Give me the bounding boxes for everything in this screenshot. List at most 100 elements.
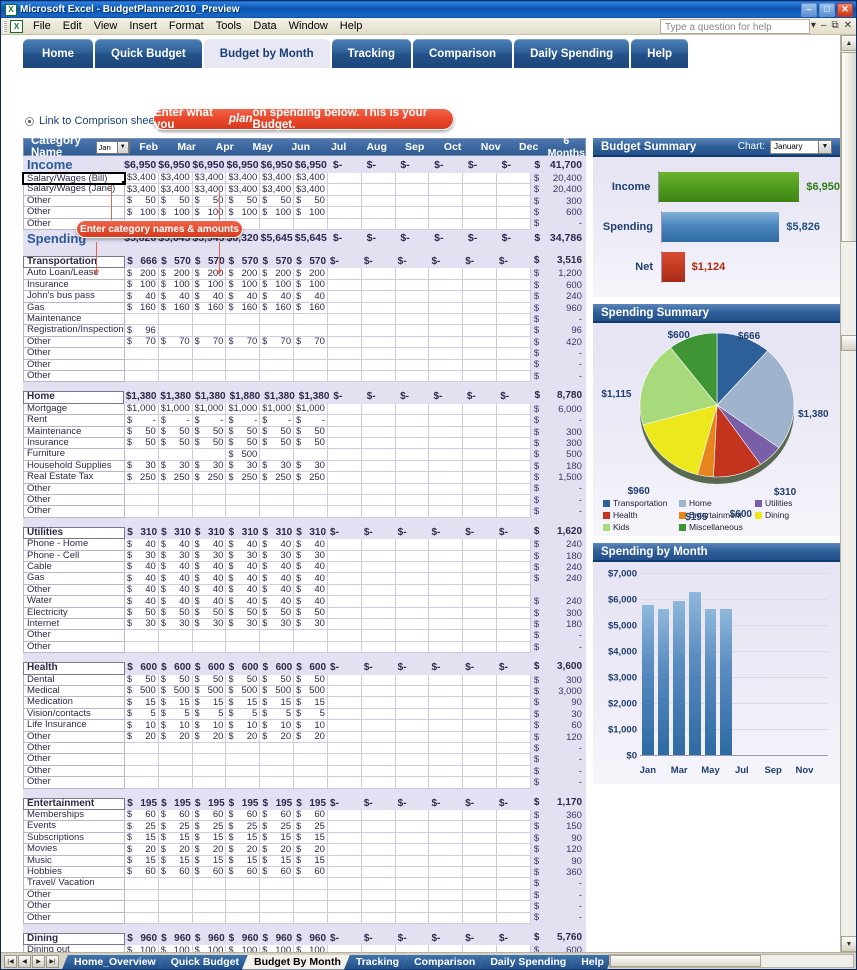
table-cell[interactable] [429,494,464,507]
table-cell[interactable]: $195 [294,798,328,811]
table-cell[interactable] [395,844,430,856]
table-cell[interactable] [429,912,464,924]
table-cell[interactable]: $500 [226,686,261,698]
table-cell[interactable] [429,754,464,766]
table-cell[interactable]: $100 [158,945,193,952]
table-cell[interactable] [463,291,498,303]
table-cell[interactable]: $40 [192,291,227,303]
table-cell[interactable] [395,754,430,766]
table-cell[interactable] [429,821,464,833]
table-cell[interactable] [226,483,261,495]
category-header-row[interactable]: Health $600 $600 $600 $600 $600 $600 $- $- $- $- $-… [23,662,586,675]
table-cell[interactable] [158,901,193,913]
chevron-down-icon[interactable]: ▼ [116,140,129,154]
table-cell[interactable] [429,573,464,585]
table-cell[interactable] [226,370,261,383]
table-cell[interactable]: $195 [159,798,193,811]
horizontal-scrollbar[interactable] [608,954,854,968]
table-cell[interactable] [226,630,261,642]
table-cell[interactable] [497,438,531,450]
row-category-name[interactable]: Rent [23,415,125,427]
table-cell[interactable] [361,562,396,574]
table-cell[interactable] [124,314,159,326]
table-cell[interactable] [395,945,430,952]
table-cell[interactable]: $15 [294,855,328,868]
table-cell[interactable] [124,912,159,924]
table-cell[interactable] [497,573,531,585]
table-cell[interactable] [429,325,464,337]
table-cell[interactable] [361,438,396,450]
table-cell[interactable] [294,765,328,778]
table-cell[interactable] [327,415,362,427]
table-cell[interactable]: $100 [158,207,193,219]
table-cell[interactable] [463,889,498,902]
table-cell[interactable]: $40 [192,573,227,585]
table-cell[interactable]: $100 [294,207,328,219]
table-cell[interactable] [463,359,498,371]
table-cell[interactable] [260,325,295,337]
sheet-tab-help[interactable]: Help [569,955,613,970]
table-cell[interactable] [429,415,464,427]
table-cell[interactable] [497,403,531,416]
table-cell[interactable]: $3,400 [294,184,328,196]
table-cell[interactable] [124,878,159,890]
table-cell[interactable]: $40 [226,596,261,608]
nav-tab-help[interactable]: Help [631,39,689,68]
table-cell[interactable] [497,550,531,563]
table-cell[interactable] [395,348,430,360]
table-cell[interactable]: $3,400 [294,173,328,185]
table-cell[interactable] [294,889,328,902]
table-cell[interactable]: $100 [192,280,227,292]
table-cell[interactable] [497,630,531,642]
table-cell[interactable] [327,912,362,924]
table-cell[interactable]: $40 [158,539,193,551]
table-cell[interactable] [327,314,362,326]
table-cell[interactable] [429,359,464,371]
table-row[interactable]: Other $ - [23,641,586,654]
table-cell[interactable]: $160 [294,302,328,315]
table-cell[interactable]: $30 [124,461,159,473]
row-category-name[interactable]: Water [23,596,125,608]
table-cell[interactable] [260,754,295,766]
table-row[interactable]: Vision/contacts $5 $5 $5 $5 $5 $5 $30 [23,709,586,721]
table-cell[interactable] [294,314,328,326]
table-cell[interactable]: $40 [294,291,328,303]
table-cell[interactable] [497,325,531,337]
table-cell[interactable]: $160 [124,302,159,315]
table-cell[interactable]: $30 [294,461,328,473]
table-cell[interactable]: $50 [192,607,227,619]
table-cell[interactable] [361,314,396,326]
table-cell[interactable]: $310 [159,527,193,540]
table-cell[interactable]: $100 [226,207,261,219]
table-cell[interactable] [395,506,430,518]
table-cell[interactable] [226,325,261,337]
table-row[interactable]: Furniture $500 $500 [23,449,586,461]
table-cell[interactable] [497,302,531,315]
table-cell[interactable] [497,415,531,427]
doc-minimize-button[interactable]: – [821,20,827,31]
vertical-scrollbar[interactable]: ▲ ▼ [840,35,856,952]
table-cell[interactable] [361,821,396,833]
table-row[interactable]: Rent $ - $ - $ - $ - $ - $ - $ - [23,415,586,427]
table-cell[interactable] [463,314,498,326]
table-cell[interactable]: $30 [158,550,193,563]
table-cell[interactable] [361,184,396,196]
table-cell[interactable] [192,348,227,360]
table-cell[interactable] [395,195,430,208]
table-cell[interactable]: $70 [124,337,159,349]
table-cell[interactable]: $20 [226,844,261,856]
table-cell[interactable] [497,584,531,597]
table-cell[interactable]: $1,000 [192,404,227,416]
table-row[interactable]: Subscriptions $15 $15 $15 $15 $15 $15 $90 [23,833,586,845]
doc-restore-button[interactable]: ⧉ [831,20,838,31]
nav-tab-comparison[interactable]: Comparison [412,39,513,68]
table-cell[interactable] [327,697,362,709]
table-cell[interactable] [294,878,328,890]
table-cell[interactable] [395,855,430,868]
table-cell[interactable]: $500 [158,686,193,698]
sheet-tab-tracking[interactable]: Tracking [344,955,408,970]
table-cell[interactable]: $40 [260,573,295,585]
row-category-name[interactable]: Auto Loan/Lease [23,268,125,280]
table-row[interactable]: Dining out $100 $100 $100 $100 $100 $100 $600 [23,945,586,952]
category-header-row[interactable]: Entertainment $195 $195 $195 $195 $195 $195 $- $… [23,797,586,811]
